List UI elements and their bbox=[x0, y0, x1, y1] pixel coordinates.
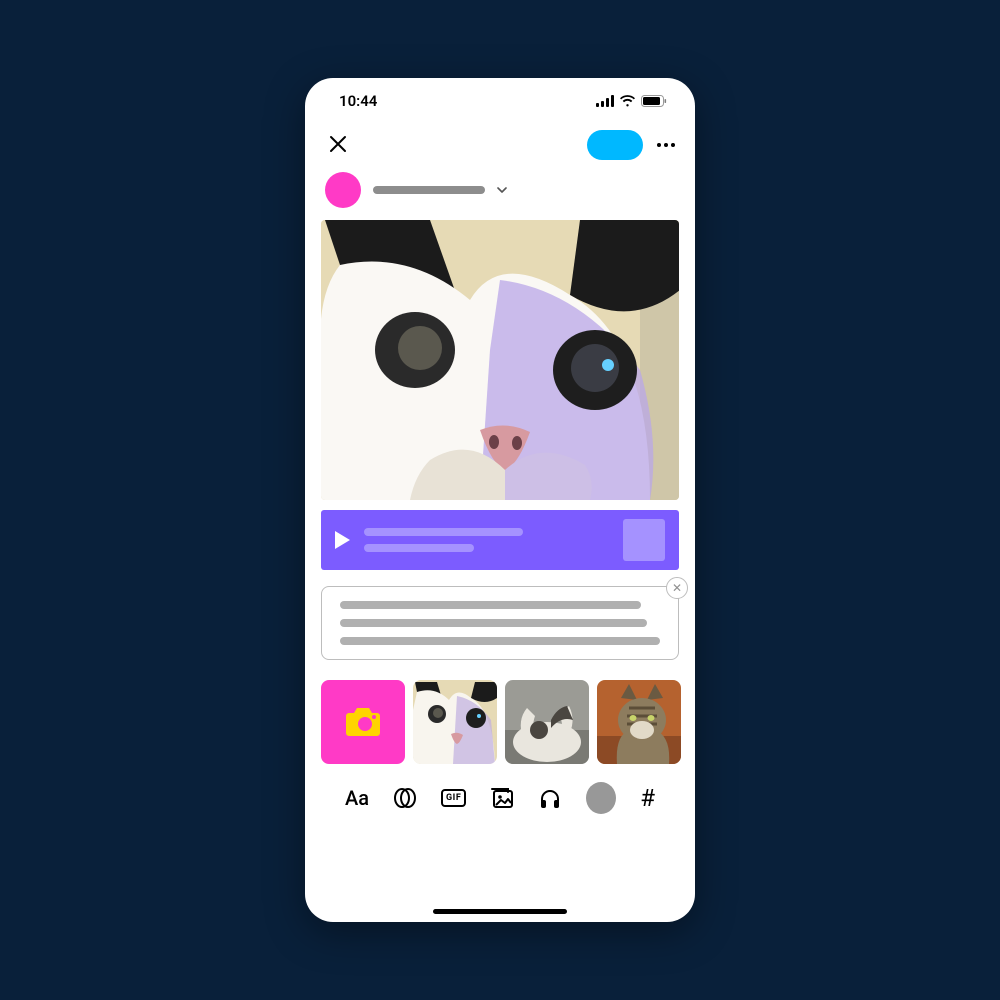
headphones-icon bbox=[538, 787, 562, 809]
post-button[interactable] bbox=[587, 130, 643, 160]
status-time: 10:44 bbox=[339, 92, 377, 110]
image-tool-button[interactable] bbox=[490, 787, 514, 809]
camera-icon bbox=[344, 706, 382, 738]
gallery-thumb-2[interactable] bbox=[505, 680, 589, 764]
text-tool-button[interactable]: Aa bbox=[345, 786, 369, 810]
photo-picker-strip bbox=[321, 680, 679, 764]
compose-content: ✕ bbox=[305, 220, 695, 922]
tag-tool-button[interactable]: # bbox=[640, 784, 655, 812]
cat-thumb-1 bbox=[413, 680, 497, 764]
audio-album-art bbox=[623, 519, 665, 561]
more-button[interactable] bbox=[657, 143, 675, 147]
chevron-down-icon bbox=[497, 185, 507, 196]
attached-image[interactable] bbox=[321, 220, 679, 500]
gallery-thumb-3[interactable] bbox=[597, 680, 681, 764]
cat-thumb-3 bbox=[597, 680, 681, 764]
phone-frame: 10:44 bbox=[305, 78, 695, 922]
blog-selector[interactable] bbox=[305, 172, 695, 220]
status-bar: 10:44 bbox=[305, 78, 695, 124]
wifi-icon bbox=[619, 95, 636, 107]
play-icon bbox=[335, 531, 350, 549]
cat-thumb-2 bbox=[505, 680, 589, 764]
gallery-thumb-1[interactable] bbox=[413, 680, 497, 764]
gif-tool-button[interactable]: GIF bbox=[441, 789, 466, 807]
home-indicator bbox=[433, 909, 567, 914]
battery-icon bbox=[641, 95, 667, 107]
cellular-icon bbox=[596, 95, 614, 107]
image-icon bbox=[490, 787, 514, 809]
audio-attachment[interactable] bbox=[321, 510, 679, 570]
audio-meta-placeholder bbox=[364, 528, 609, 552]
compose-toolbar: Aa GIF # bbox=[321, 764, 679, 822]
open-camera-button[interactable] bbox=[321, 680, 405, 764]
cat-closeup-image bbox=[321, 220, 679, 500]
link-icon bbox=[393, 787, 417, 809]
blog-name-placeholder bbox=[373, 186, 485, 194]
caption-input[interactable]: ✕ bbox=[321, 586, 679, 660]
close-button[interactable] bbox=[329, 135, 347, 156]
avatar bbox=[325, 172, 361, 208]
status-icons bbox=[596, 95, 667, 107]
audio-tool-button[interactable] bbox=[538, 787, 562, 809]
link-tool-button[interactable] bbox=[393, 787, 417, 809]
compose-header bbox=[305, 124, 695, 172]
misc-tool-button[interactable] bbox=[586, 782, 616, 814]
close-icon bbox=[329, 135, 347, 153]
caption-remove-button[interactable]: ✕ bbox=[666, 577, 688, 599]
